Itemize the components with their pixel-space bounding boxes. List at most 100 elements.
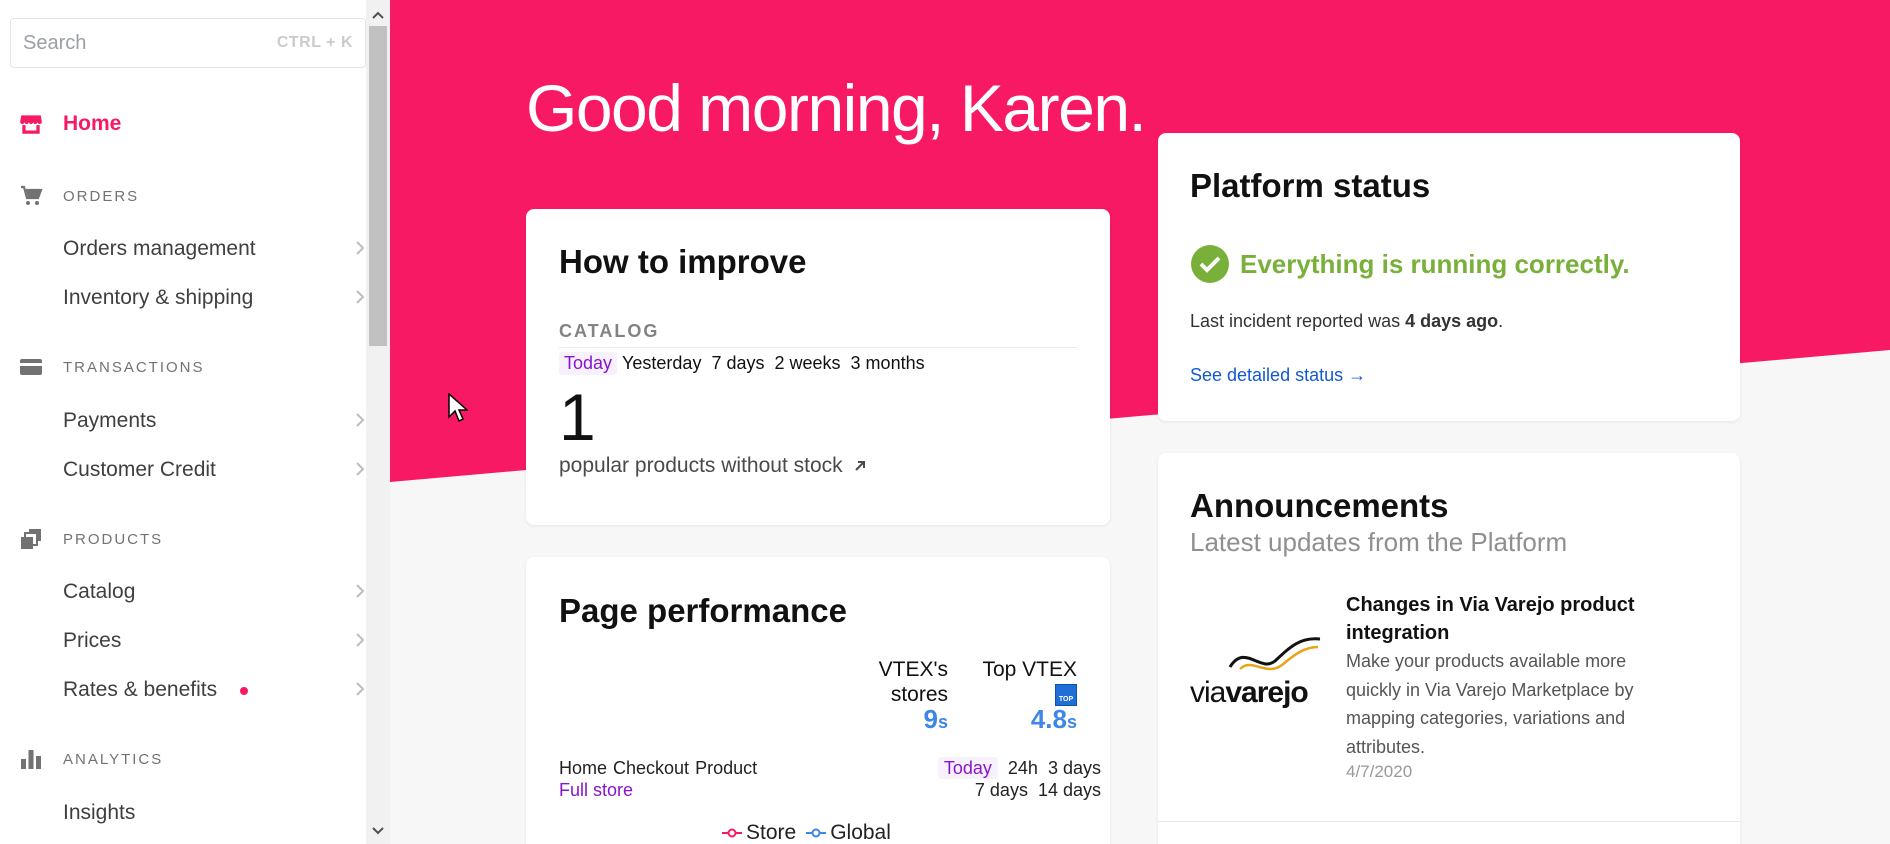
range-tab-14-days[interactable]: 14 days: [1038, 780, 1101, 800]
status-message: Everything is running correctly.: [1190, 244, 1630, 284]
sidebar-item-catalog[interactable]: Catalog: [0, 573, 366, 609]
sidebar-item-label: Inventory & shipping: [63, 286, 254, 309]
logo-text-varejo: varejo: [1225, 676, 1308, 709]
store-icon: [20, 115, 42, 134]
sidebar-item-orders-management[interactable]: Orders management: [0, 230, 366, 266]
announcements-card: Announcements Latest updates from the Pl…: [1158, 453, 1740, 844]
detailed-status-link[interactable]: See detailed status →: [1190, 365, 1366, 386]
section-products: PRODUCTS: [0, 524, 366, 554]
range-tabs: Today 24h 3 days 7 days 14 days: [861, 757, 1101, 801]
sidebar-item-payments[interactable]: Payments: [0, 402, 366, 438]
check-circle-icon: [1191, 245, 1229, 283]
card-title: Announcements: [1190, 487, 1449, 524]
scrollbar-thumb[interactable]: [369, 26, 387, 346]
products-icon: [21, 529, 41, 549]
sidebar: Search CTRL + K Home ORDERS Orders manag…: [0, 0, 390, 844]
announcement-date: 4/7/2020: [1346, 762, 1413, 781]
credit-card-icon: [20, 359, 42, 375]
legend-store: Store: [722, 821, 796, 844]
period-tab-7-days[interactable]: 7 days: [706, 352, 769, 375]
legend-label: Global: [830, 821, 891, 844]
period-tab-today[interactable]: Today: [559, 352, 618, 375]
scroll-down-icon[interactable]: [371, 824, 385, 838]
external-arrow-icon: [854, 461, 865, 471]
value-number: 9: [923, 704, 938, 734]
vtex-stores-value: 9s: [828, 704, 948, 735]
logo-text-via: via: [1190, 676, 1226, 709]
last-incident-prefix: Last incident reported was: [1190, 311, 1406, 331]
sidebar-item-label: Rates & benefits: [63, 678, 218, 701]
bar-chart-icon: [21, 750, 41, 769]
page-tab-product[interactable]: Product: [695, 758, 757, 778]
chevron-right-icon: [356, 633, 365, 647]
chevron-right-icon: [356, 462, 365, 476]
card-title: Page performance: [559, 592, 847, 629]
section-analytics: ANALYTICS: [0, 744, 366, 774]
section-transactions: TRANSACTIONS: [0, 352, 366, 382]
page-tab-home[interactable]: Home: [559, 758, 607, 778]
platform-status-card: Platform status Everything is running co…: [1158, 133, 1740, 421]
chevron-right-icon: [356, 241, 365, 255]
main-content: Good morning, Karen. How to improve CATA…: [390, 0, 1890, 844]
search-input[interactable]: Search CTRL + K: [10, 18, 366, 68]
range-tab-3-days[interactable]: 3 days: [1048, 758, 1101, 778]
sidebar-item-label: Home: [63, 112, 122, 135]
value-unit: s: [937, 712, 948, 732]
announcement-title[interactable]: Changes in Via Varejo product integratio…: [1346, 591, 1696, 647]
section-label: TRANSACTIONS: [63, 359, 205, 376]
card-subtitle: Latest updates from the Platform: [1190, 527, 1568, 557]
sidebar-item-label: Catalog: [63, 580, 136, 603]
divider: [1158, 821, 1740, 822]
last-incident: Last incident reported was 4 days ago.: [1190, 311, 1503, 332]
page-tab-checkout[interactable]: Checkout: [613, 758, 689, 778]
chevron-right-icon: [356, 290, 365, 304]
sidebar-item-label: Insights: [63, 801, 136, 824]
sidebar-item-label: Prices: [63, 629, 122, 652]
announcement-text: Make your products available more quickl…: [1346, 651, 1634, 757]
legend-global: Global: [806, 821, 891, 844]
greeting-title: Good morning, Karen.: [526, 71, 1147, 145]
period-tabs: Today Yesterday 7 days 2 weeks 3 months: [559, 352, 930, 375]
card-title: How to improve: [559, 243, 807, 280]
metric-link[interactable]: popular products without stock: [559, 454, 867, 478]
period-tab-2-weeks[interactable]: 2 weeks: [770, 352, 846, 375]
section-label: ORDERS: [63, 188, 140, 205]
sidebar-item-customer-credit[interactable]: Customer Credit: [0, 451, 366, 487]
vtex-stores-column: VTEX's stores 9s: [828, 657, 948, 735]
cart-icon: [21, 185, 43, 205]
mouse-cursor-icon: [448, 393, 468, 423]
sidebar-item-rates-benefits[interactable]: Rates & benefits: [0, 671, 366, 707]
sidebar-item-prices[interactable]: Prices: [0, 622, 366, 658]
metric-value: 1: [559, 380, 596, 454]
page-tab-full-store[interactable]: Full store: [559, 780, 633, 800]
search-placeholder: Search: [23, 31, 87, 54]
top-vtex-value: 4.8s: [957, 706, 1077, 735]
sidebar-item-label: Customer Credit: [63, 458, 216, 481]
line-marker-icon: [806, 828, 827, 838]
section-orders: ORDERS: [0, 181, 366, 211]
via-varejo-logo[interactable]: viavarejo: [1190, 633, 1324, 713]
sidebar-item-label: Orders management: [63, 237, 256, 260]
range-tab-7-days[interactable]: 7 days: [975, 780, 1028, 800]
divider: [559, 347, 1077, 348]
top-vtex-column: Top VTEX TOP 4.8s: [957, 657, 1077, 735]
section-label: ANALYTICS: [63, 751, 164, 768]
how-to-improve-card: How to improve CATALOG Today Yesterday 7…: [526, 209, 1110, 525]
legend-label: Store: [746, 821, 797, 844]
period-tab-3-months[interactable]: 3 months: [846, 352, 930, 375]
column-label: VTEX's: [878, 658, 948, 681]
chart-legend: Store Global: [722, 821, 891, 844]
sidebar-item-insights[interactable]: Insights: [0, 794, 366, 830]
sidebar-scrollbar[interactable]: [366, 0, 390, 844]
sidebar-item-home[interactable]: Home: [0, 106, 366, 142]
value-unit: s: [1066, 712, 1077, 732]
card-title: Platform status: [1190, 167, 1431, 204]
period-tab-yesterday[interactable]: Yesterday: [617, 352, 706, 375]
page-performance-card: Page performance VTEX's stores 9s Top VT…: [526, 557, 1110, 844]
sidebar-item-inventory-shipping[interactable]: Inventory & shipping: [0, 279, 366, 315]
last-incident-suffix: .: [1498, 311, 1504, 331]
range-tab-24h[interactable]: 24h: [1008, 758, 1038, 778]
scroll-up-icon[interactable]: [371, 8, 385, 22]
logo-swoosh-icon: [1228, 637, 1321, 671]
range-tab-today[interactable]: Today: [937, 757, 998, 779]
